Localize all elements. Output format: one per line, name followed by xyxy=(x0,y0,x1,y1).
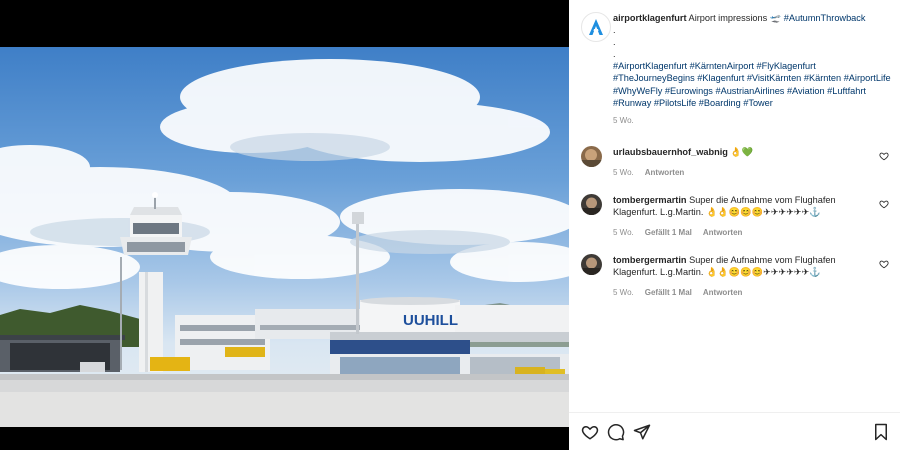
save-button[interactable] xyxy=(870,421,892,443)
commenter-avatar[interactable] xyxy=(581,146,602,167)
commenter-avatar[interactable] xyxy=(581,194,602,215)
like-button[interactable] xyxy=(579,421,601,443)
comment-time[interactable]: 5 Wo. xyxy=(613,168,634,177)
comment-item: tombergermartin Super die Aufnahme vom F… xyxy=(581,194,893,237)
comment-item: urlaubsbauernhof_wabnig 👌💚 5 Wo. Antwort… xyxy=(581,146,893,177)
reply-button[interactable]: Antworten xyxy=(645,168,685,177)
share-button[interactable] xyxy=(631,421,653,443)
comment-heart-icon[interactable] xyxy=(879,151,889,161)
comment-username[interactable]: tombergermartin xyxy=(613,255,687,265)
caption-dot-line: . xyxy=(613,37,616,48)
comment-text: 👌💚 xyxy=(727,147,754,157)
comment-time[interactable]: 5 Wo. xyxy=(613,288,634,297)
post-caption: airportklagenfurt Airport impressions 🛫 … xyxy=(581,12,893,127)
share-icon xyxy=(633,424,651,440)
airport-scene: UUHILL xyxy=(0,59,569,427)
reply-button[interactable]: Antworten xyxy=(703,228,743,237)
caption-dot-line: . xyxy=(613,25,616,36)
profile-avatar[interactable] xyxy=(581,12,611,42)
comment-button[interactable] xyxy=(605,421,627,443)
avatar-image xyxy=(581,194,602,215)
avatar-image xyxy=(581,146,602,167)
comment-time[interactable]: 5 Wo. xyxy=(613,228,634,237)
comment-username[interactable]: tombergermartin xyxy=(613,195,687,205)
comment-heart-icon[interactable] xyxy=(879,259,889,269)
avatar-image xyxy=(581,254,602,275)
caption-emoji: 🛫 xyxy=(769,13,782,23)
caption-dot-line: . xyxy=(613,49,616,60)
comment-icon xyxy=(607,423,625,441)
comment-likes[interactable]: Gefällt 1 Mal xyxy=(645,288,692,297)
airport-logo-icon xyxy=(589,19,603,35)
caption-text: Airport impressions xyxy=(686,13,770,23)
comment-item: tombergermartin Super die Aufnahme vom F… xyxy=(581,254,893,297)
comment-likes[interactable]: Gefällt 1 Mal xyxy=(645,228,692,237)
terminal-sign: UUHILL xyxy=(403,312,458,329)
commenter-avatar[interactable] xyxy=(581,254,602,275)
comment-heart-icon[interactable] xyxy=(879,199,889,209)
caption-time[interactable]: 5 Wo. xyxy=(613,115,893,127)
airport-photo: UUHILL xyxy=(0,47,569,427)
heart-icon xyxy=(581,425,599,440)
reply-button[interactable]: Antworten xyxy=(703,288,743,297)
comment-username[interactable]: urlaubsbauernhof_wabnig xyxy=(613,147,728,157)
caption-username[interactable]: airportklagenfurt xyxy=(613,13,687,23)
caption-hashtag-first[interactable]: #AutumnThrowback xyxy=(784,13,866,23)
actions-divider xyxy=(569,412,900,413)
post-media[interactable]: UUHILL xyxy=(0,0,569,450)
post-side-panel: airportklagenfurt Airport impressions 🛫 … xyxy=(569,0,900,450)
bookmark-icon xyxy=(875,423,887,441)
post-action-bar xyxy=(579,421,892,443)
caption-hashtags[interactable]: #AirportKlagenfurt #KärntenAirport #FlyK… xyxy=(613,60,893,108)
